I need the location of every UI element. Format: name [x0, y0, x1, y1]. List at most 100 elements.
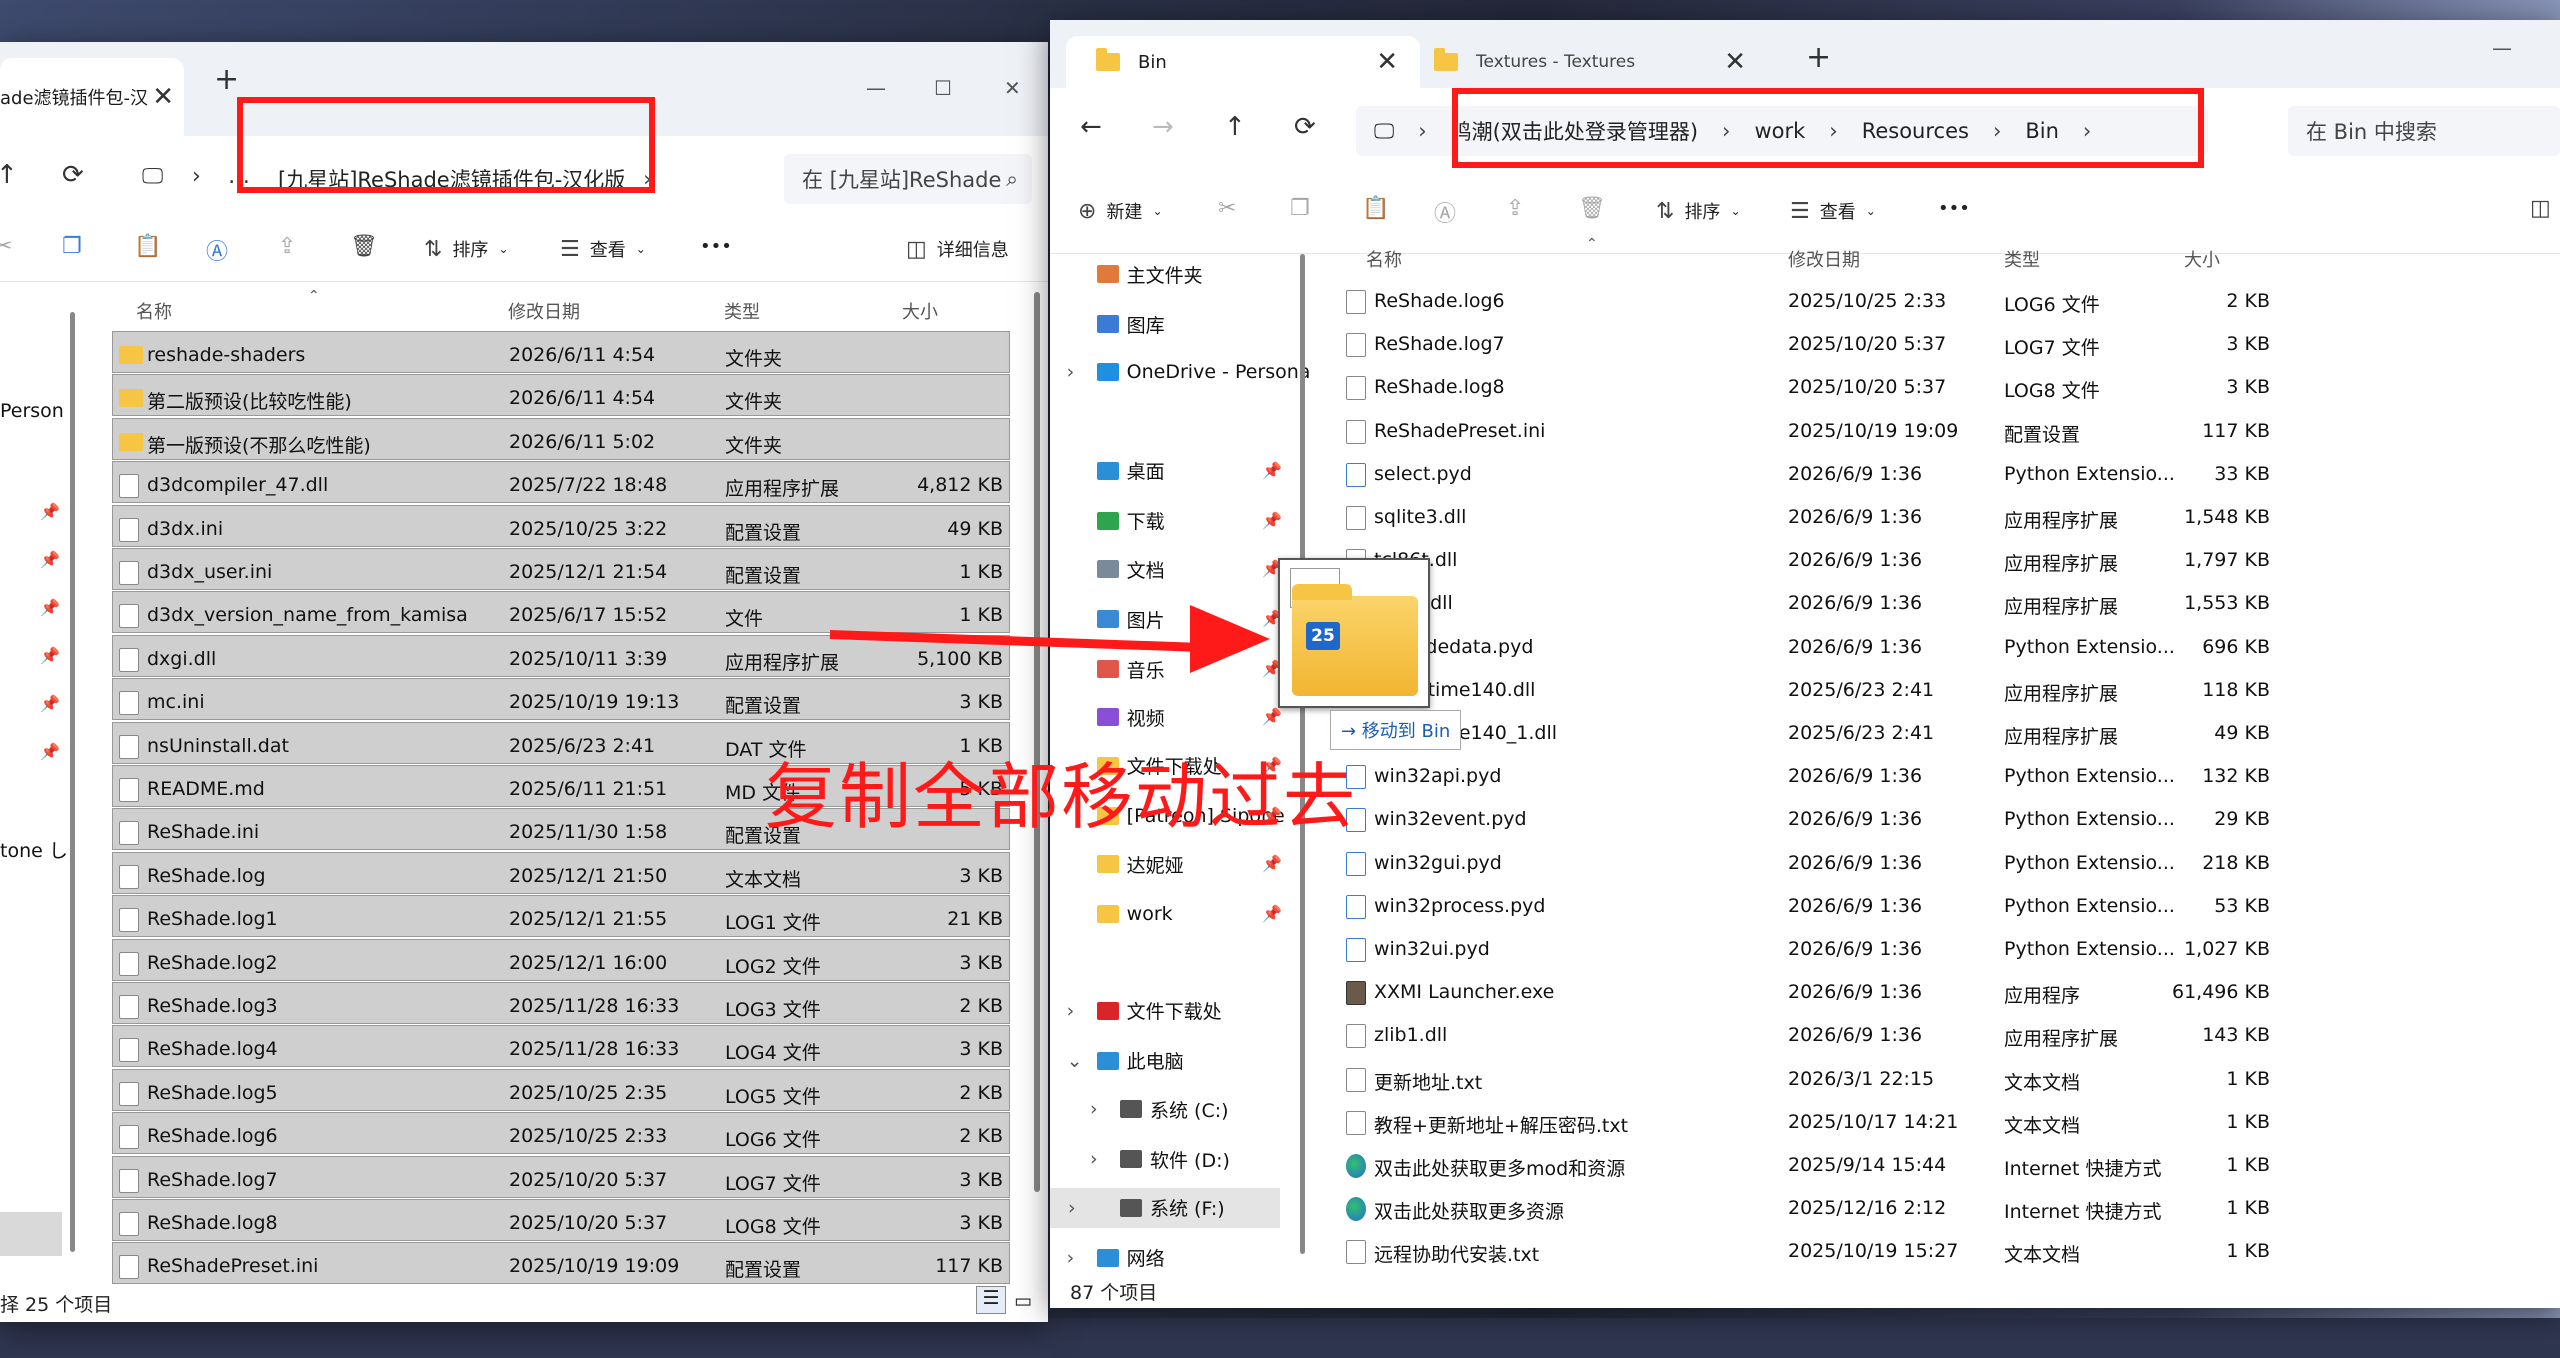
table-row[interactable]: 双击此处获取更多资源 2025/12/16 2:12 Internet 快捷方式 1 …	[1340, 1185, 2300, 1228]
chevron-icon[interactable]: ›	[1067, 361, 1075, 383]
share-icon[interactable]: ⇪	[278, 234, 296, 259]
table-row[interactable]: unicodedata.pyd 2026/6/9 1:36 Python Exten…	[1340, 624, 2300, 667]
sidebar-item[interactable]: ⌄ 此电脑	[1067, 1041, 1184, 1081]
up-icon[interactable]: ↑	[1224, 112, 1246, 142]
sidebar-item[interactable]: 视频	[1096, 697, 1165, 737]
pin-icon[interactable]: 📌	[1262, 854, 1282, 873]
cut-icon[interactable]: ✂	[1218, 196, 1236, 221]
paste-icon[interactable]: 📋	[1362, 196, 1389, 221]
sidebar-item[interactable]: 音乐	[1096, 649, 1165, 689]
left-search-box[interactable]: 在 [九星站]ReShade ⌕	[784, 154, 1032, 204]
chevron-icon[interactable]: ›	[1090, 1098, 1098, 1120]
table-row[interactable]: win32gui.pyd 2026/6/9 1:36 Python Extensio…	[1340, 840, 2300, 883]
sidebar-item[interactable]: › 系统 (C:)	[1090, 1089, 1229, 1129]
share-icon[interactable]: ⇪	[1506, 196, 1524, 221]
table-row[interactable]: win32api.pyd 2026/6/9 1:36 Python Extensio…	[1340, 753, 2300, 796]
table-row[interactable]: ReShadePreset.ini 2025/10/19 19:09 配置设置 117…	[1340, 408, 2300, 451]
chevron-icon[interactable]: ›	[1068, 1197, 1076, 1219]
minimize-icon[interactable]: —	[866, 76, 886, 100]
pin-icon[interactable]: 📌	[40, 694, 60, 713]
left-tab-active[interactable]: ade滤镜插件包-汉 ✕	[0, 58, 184, 136]
table-row[interactable]: 第一版预设(不那么吃性能) 2026/6/11 5:02 文件夹	[112, 417, 1010, 460]
table-row[interactable]: ReShade.log7 2025/10/20 5:37 LOG7 文件 3 KB	[112, 1155, 1010, 1198]
table-row[interactable]: win32process.pyd 2026/6/9 1:36 Python Exte…	[1340, 883, 2300, 926]
column-size[interactable]: 大小	[902, 298, 938, 324]
table-row[interactable]: ReShade.log1 2025/12/1 21:55 LOG1 文件 21 KB	[112, 895, 1010, 938]
paste-icon[interactable]: 📋	[134, 234, 161, 259]
table-row[interactable]: ReShade.log8 2025/10/20 5:37 LOG8 文件 3 KB	[112, 1199, 1010, 1241]
sidebar-item[interactable]: 桌面	[1096, 451, 1165, 491]
sidebar-item[interactable]: › OneDrive - Persona	[1067, 352, 1311, 392]
sort-button[interactable]: ⇅ 排序 ⌄	[424, 236, 509, 262]
left-side-label[interactable]: tone し	[0, 836, 68, 863]
pin-icon[interactable]: 📌	[40, 502, 60, 521]
sort-button[interactable]: ⇅ 排序 ⌄	[1656, 198, 1741, 224]
cut-icon[interactable]: ✂	[0, 234, 12, 259]
sidebar-item[interactable]: › 文件下载处	[1067, 991, 1222, 1031]
table-row[interactable]: 双击此处获取更多mod和资源 2025/9/14 15:44 Internet 快捷…	[1340, 1142, 2300, 1185]
tab-bin[interactable]: Bin ✕	[1066, 36, 1420, 88]
left-nav-selected[interactable]	[0, 1212, 62, 1256]
pin-icon[interactable]: 📌	[40, 742, 60, 761]
table-row[interactable]: ReShade.log4 2025/11/28 16:33 LOG4 文件 3 KB	[112, 1025, 1010, 1068]
new-tab-icon[interactable]: +	[1806, 40, 1831, 75]
up-icon[interactable]: ↑	[0, 160, 18, 190]
copy-icon[interactable]: ❐	[1290, 196, 1310, 221]
table-row[interactable]: zlib1.dll 2026/6/9 1:36 应用程序扩展 143 KB	[1340, 1012, 2300, 1055]
new-tab-icon[interactable]: +	[214, 62, 239, 97]
close-tab-icon[interactable]: ✕	[1376, 47, 1398, 77]
details-button[interactable]: ◫ 详细信息	[906, 236, 1009, 262]
more-button[interactable]: •••	[1938, 198, 1970, 219]
minimize-icon[interactable]: —	[2492, 36, 2512, 60]
chevron-icon[interactable]: ›	[1067, 1000, 1075, 1022]
column-type[interactable]: 类型	[724, 298, 760, 324]
table-row[interactable]: mc.ini 2025/10/19 19:13 配置设置 3 KB	[112, 678, 1010, 721]
table-row[interactable]: dxgi.dll 2025/10/11 3:39 应用程序扩展 5,100 KB	[112, 634, 1010, 677]
sidebar-item[interactable]: work	[1096, 894, 1173, 934]
pin-icon[interactable]: 📌	[1262, 707, 1282, 726]
tab-textures[interactable]: Textures - Textures ✕	[1424, 36, 1768, 88]
sidebar-item[interactable]: 主文件夹	[1096, 254, 1203, 294]
table-row[interactable]: reshade-shaders 2026/6/11 4:54 文件夹	[112, 331, 1010, 373]
sidebar-item[interactable]: 达妮娅	[1096, 844, 1184, 884]
table-row[interactable]: ReShade.log5 2025/10/25 2:35 LOG5 文件 2 KB	[112, 1068, 1010, 1111]
rename-icon[interactable]: Ⓐ	[1434, 196, 1456, 228]
table-row[interactable]: tk86t.dll2026/6/9 1:36应用程序扩展1,553 KB	[1340, 580, 2300, 623]
table-row[interactable]: ReShade.log8 2025/10/20 5:37 LOG8 文件 3 KB	[1340, 364, 2300, 407]
table-row[interactable]: win32event.pyd 2026/6/9 1:36 Python Extens…	[1340, 796, 2300, 839]
forward-icon[interactable]: →	[1152, 112, 1174, 142]
table-row[interactable]: d3dx_user.ini 2025/12/1 21:54 配置设置 1 KB	[112, 548, 1010, 590]
table-row[interactable]: ReShade.log6 2025/10/25 2:33 LOG6 文件 2 KB	[112, 1112, 1010, 1155]
table-row[interactable]: 更新地址.txt 2026/3/1 22:15 文本文档 1 KB	[1340, 1056, 2300, 1099]
chevron-icon[interactable]: ›	[1090, 1148, 1098, 1170]
sidebar-item[interactable]: 下载	[1096, 501, 1165, 541]
pin-icon[interactable]: 📌	[40, 646, 60, 665]
sidebar-item[interactable]: › 软件 (D:)	[1090, 1139, 1230, 1179]
column-date[interactable]: 修改日期	[1788, 246, 1860, 272]
table-row[interactable]: select.pyd 2026/6/9 1:36 Python Extensio..…	[1340, 451, 2300, 494]
table-row[interactable]: ReShade.log6 2025/10/25 2:33 LOG6 文件 2 KB	[1340, 278, 2300, 321]
new-button[interactable]: ⊕ 新建 ⌄	[1078, 198, 1163, 224]
column-date[interactable]: 修改日期	[508, 298, 580, 324]
close-tab-icon[interactable]: ✕	[1724, 47, 1746, 77]
chevron-icon[interactable]: ›	[1067, 1247, 1075, 1269]
pin-icon[interactable]: 📌	[40, 550, 60, 569]
table-row[interactable]: 远程协助代安装.txt 2025/10/19 15:27 文本文档 1 KB	[1340, 1228, 2300, 1270]
back-icon[interactable]: ←	[1080, 112, 1102, 142]
table-row[interactable]: ReShade.log 2025/12/1 21:50 文本文档 3 KB	[112, 851, 1010, 894]
sidebar-item[interactable]: 图片	[1096, 599, 1165, 639]
pin-icon[interactable]: 📌	[40, 598, 60, 617]
table-row[interactable]: ReShade.log3 2025/11/28 16:33 LOG3 文件 2 KB	[112, 982, 1010, 1024]
rename-icon[interactable]: Ⓐ	[206, 234, 228, 266]
sidebar-item[interactable]: 文档	[1096, 549, 1165, 589]
table-row[interactable]: d3dcompiler_47.dll 2025/7/22 18:48 应用程序扩展 4…	[112, 461, 1010, 504]
table-row[interactable]: vcruntime140_1.dll 2025/6/23 2:41 应用程序扩展 49…	[1340, 710, 2300, 753]
details-view-icon[interactable]: ☰	[976, 1286, 1006, 1314]
table-row[interactable]: tcl86t.dll2026/6/9 1:36应用程序扩展1,797 KB	[1340, 537, 2300, 580]
more-button[interactable]: •••	[700, 236, 732, 257]
sidebar-item[interactable]: › 系统 (F:)	[1050, 1187, 1280, 1228]
column-size[interactable]: 大小	[2184, 246, 2220, 272]
column-name[interactable]: 名称	[136, 298, 172, 324]
table-row[interactable]: vcruntime140.dll 2025/6/23 2:41 应用程序扩展 118 …	[1340, 667, 2300, 710]
pin-icon[interactable]: 📌	[1262, 904, 1282, 923]
